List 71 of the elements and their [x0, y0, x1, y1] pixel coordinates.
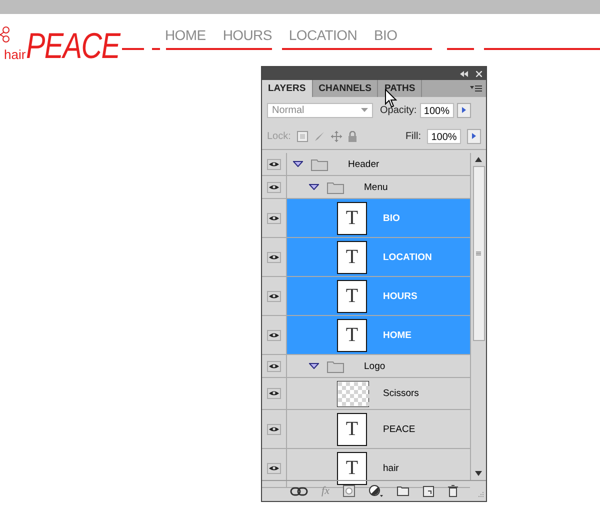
opacity-field[interactable]: 100%	[420, 102, 454, 118]
layer-row[interactable]: T LOCATION	[287, 238, 470, 276]
folder-icon	[327, 360, 344, 372]
layer-name: HOME	[383, 330, 412, 340]
play-arrow-icon	[472, 133, 476, 139]
layer-thumbnail: T	[337, 202, 367, 234]
eye-icon[interactable]	[267, 212, 281, 224]
close-icon[interactable]	[476, 70, 482, 76]
layer-row[interactable]: T HOURS	[287, 277, 470, 315]
opacity-label: Opacity:	[380, 104, 417, 116]
layer-row[interactable]: Logo	[287, 355, 470, 377]
layer-name: hair	[383, 462, 399, 474]
layer-row[interactable]: T HOME	[287, 316, 470, 354]
expand-triangle-icon[interactable]	[293, 161, 303, 167]
scrollbar-thumb[interactable]	[472, 166, 484, 341]
folder-icon	[327, 180, 344, 194]
grip-icon	[476, 251, 481, 256]
layer-row[interactable]: Header	[287, 153, 470, 175]
layer-row[interactable]: T PEACE	[287, 410, 470, 448]
layer-name: Header	[348, 158, 380, 170]
fill-label: Fill:	[405, 130, 421, 142]
layer-row[interactable]: T BIO	[287, 199, 470, 237]
layer-thumbnail: T	[337, 412, 367, 446]
panel-tab[interactable]: LAYERS	[262, 80, 313, 97]
scroll-up-icon[interactable]	[475, 157, 482, 162]
layer-row[interactable]: Menu	[287, 176, 470, 198]
expand-triangle-icon[interactable]	[309, 363, 319, 369]
adjustment-icon[interactable]	[369, 485, 384, 497]
scroll-down-icon[interactable]	[475, 471, 482, 476]
eye-icon[interactable]	[267, 290, 281, 302]
eye-icon[interactable]	[267, 462, 281, 474]
layer-name: PEACE	[383, 424, 416, 434]
eye-icon[interactable]	[267, 182, 281, 192]
layer-thumbnail: T	[337, 280, 367, 312]
mask-icon[interactable]	[343, 485, 356, 497]
eye-icon[interactable]	[267, 360, 281, 372]
logo-text: hair	[4, 47, 26, 62]
layer-name: BIO	[383, 212, 400, 224]
layer-name: LOCATION	[383, 252, 432, 262]
play-arrow-icon	[462, 107, 466, 113]
layer-row[interactable]: T hair	[287, 449, 470, 487]
panel-menu-icon[interactable]	[470, 84, 482, 92]
eye-icon[interactable]	[267, 330, 281, 340]
expand-triangle-icon[interactable]	[309, 184, 319, 190]
resize-grip-icon[interactable]	[476, 491, 484, 499]
layer-thumbnail: T	[337, 318, 367, 352]
dropdown-caret-icon	[361, 108, 368, 112]
eye-icon[interactable]	[267, 388, 281, 399]
fill-slider-button[interactable]	[467, 128, 481, 144]
lock-label: Lock:	[267, 130, 291, 142]
layer-name: Scissors	[383, 388, 419, 399]
layer-row[interactable]: Scissors	[287, 378, 470, 409]
layer-thumbnail: T	[337, 240, 367, 274]
layer-name: HOURS	[383, 290, 418, 302]
folder-icon	[311, 158, 328, 170]
eye-icon[interactable]	[267, 252, 281, 262]
layer-name: Logo	[364, 360, 386, 372]
blend-mode-dropdown[interactable]: Normal	[267, 102, 373, 118]
layer-thumbnail	[337, 380, 369, 406]
new-layer-icon[interactable]	[423, 486, 434, 496]
eye-icon[interactable]	[267, 424, 281, 434]
opacity-slider-button[interactable]	[456, 102, 471, 118]
link-icon[interactable]	[290, 486, 308, 496]
fill-field[interactable]: 100%	[427, 128, 461, 144]
folder-icon[interactable]	[397, 486, 410, 496]
trash-icon[interactable]	[448, 485, 458, 497]
layer-name: Menu	[364, 182, 388, 192]
eye-icon[interactable]	[267, 158, 281, 170]
layer-thumbnail: T	[337, 452, 367, 484]
logo-text: PEACE	[26, 28, 120, 64]
collapse-icon[interactable]	[460, 70, 468, 76]
